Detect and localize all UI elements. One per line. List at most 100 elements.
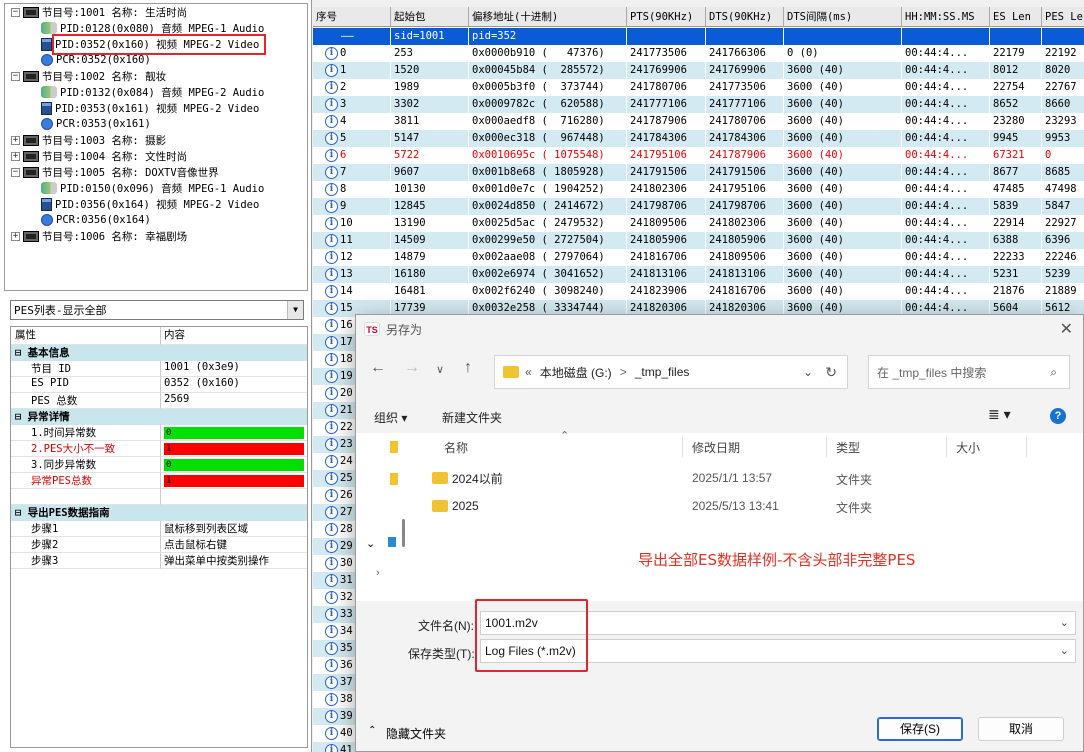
breadcrumb-folder[interactable]: _tmp_files <box>635 365 690 379</box>
column-header[interactable]: HH:MM:SS.MS <box>902 7 990 26</box>
help-icon[interactable]: ? <box>1050 408 1066 424</box>
close-icon[interactable]: ✕ <box>1060 319 1073 339</box>
column-header[interactable]: PTS(90KHz) <box>627 7 706 26</box>
column-header[interactable]: 序号 <box>313 7 391 26</box>
up-arrow-icon[interactable]: ↑ <box>464 359 472 377</box>
tree-program-node[interactable]: + 节目号:1004 名称: 文性时尚 <box>11 148 187 164</box>
table-row[interactable]: i 10 13190 0x0025d5ac ( 2479532) 241809506 24… <box>313 215 1084 232</box>
organize-menu[interactable]: 组织 ▾ <box>374 409 407 426</box>
pes-list-filter-select[interactable]: PES列表-显示全部 ▼ <box>10 300 304 320</box>
program-tree[interactable]: − 节目号:1001 名称: 生活时尚 PID:0128(0x080) 音频 MPE… <box>4 3 308 291</box>
column-header[interactable]: DTS(90KHz) <box>706 7 784 26</box>
tree-program-node[interactable]: − 节目号:1005 名称: DOXTV音像世界 <box>11 164 219 180</box>
expand-icon[interactable]: + <box>11 135 20 145</box>
tree-program-node[interactable]: − 节目号:1001 名称: 生活时尚 <box>11 4 187 20</box>
chevron-down-icon[interactable]: ▼ <box>287 301 303 319</box>
tree-stream-node[interactable]: PID:0356(0x164) 视频 MPEG-2 Video <box>41 196 259 212</box>
table-row[interactable]: i 2 1989 0x0005b3f0 ( 373744) 241780706 24177… <box>313 79 1084 96</box>
collapse-icon[interactable]: ⊟ <box>15 507 28 519</box>
table-row[interactable]: i 5 5147 0x000ec318 ( 967448) 241784306 24178… <box>313 130 1084 147</box>
column-divider[interactable] <box>682 437 683 457</box>
column-header[interactable]: PES Le <box>1042 7 1084 26</box>
column-divider[interactable] <box>946 437 947 457</box>
search-input[interactable]: 在 _tmp_files 中搜索 ⌕ <box>868 355 1070 389</box>
table-row[interactable]: i 0 253 0x0000b910 ( 47376) 241773506 2417663… <box>313 45 1084 62</box>
tree-stream-node[interactable]: PID:0132(0x084) 音频 MPEG-2 Audio <box>41 84 264 100</box>
address-dropdown-icon[interactable]: ⌄ <box>803 365 813 379</box>
tree-program-node[interactable]: − 节目号:1002 名称: 靓妆 <box>11 68 166 84</box>
recent-locations-chevron-icon[interactable]: ∨ <box>436 363 444 376</box>
column-divider[interactable] <box>1026 437 1027 457</box>
chevron-down-icon[interactable]: ⌄ <box>1060 616 1069 629</box>
breadcrumb-drive[interactable]: 本地磁盘 (G:) <box>540 364 612 381</box>
column-divider[interactable] <box>826 437 827 457</box>
refresh-icon[interactable]: ↻ <box>825 364 837 381</box>
column-size[interactable]: 大小 <box>956 439 980 456</box>
header-attribute[interactable]: 属性 <box>11 327 161 345</box>
table-cell: 241813106 <box>706 266 784 283</box>
tree-program-node[interactable]: + 节目号:1003 名称: 摄影 <box>11 132 166 148</box>
tree-stream-node[interactable]: PCR:0353(0x161) <box>41 116 151 132</box>
expand-chevron-icon[interactable]: ⌄ <box>366 537 375 550</box>
column-header[interactable]: 起始包 <box>391 7 469 26</box>
tree-stream-node[interactable]: PID:0353(0x161) 视频 MPEG-2 Video <box>41 100 259 116</box>
tree-stream-node[interactable]: PID:0128(0x080) 音频 MPEG-1 Audio <box>41 20 264 36</box>
green-status-bar: 0 <box>164 459 304 471</box>
collapse-icon[interactable]: − <box>11 71 20 81</box>
collapse-chevron-icon[interactable]: › <box>376 567 380 579</box>
forward-arrow-icon[interactable]: → <box>404 359 420 377</box>
chevron-up-icon[interactable]: ⌃ <box>368 725 376 736</box>
tree-stream-node[interactable]: PCR:0356(0x164) <box>41 212 151 228</box>
table-row[interactable]: i 6 5722 0x0010695c ( 1075548) 241795106 2417… <box>313 147 1084 164</box>
table-cell: 241791506 <box>706 164 784 181</box>
collapse-icon[interactable]: ⊟ <box>15 411 28 423</box>
header-value[interactable]: 内容 <box>161 327 307 345</box>
column-date[interactable]: 修改日期 <box>692 439 740 456</box>
column-name[interactable]: 名称 <box>444 439 468 456</box>
column-type[interactable]: 类型 <box>836 439 860 456</box>
new-folder-button[interactable]: 新建文件夹 <box>442 409 502 426</box>
table-row[interactable]: i 3 3302 0x0009782c ( 620588) 241777106 24177… <box>313 96 1084 113</box>
table-row[interactable]: i 1 1520 0x00045b84 ( 285572) 241769906 24176… <box>313 62 1084 79</box>
tree-stream-node[interactable]: PCR:0352(0x160) <box>41 52 151 68</box>
cancel-button[interactable]: 取消 <box>978 717 1064 741</box>
tree-stream-node[interactable]: PID:0150(0x096) 音频 MPEG-1 Audio <box>41 180 264 196</box>
address-bar[interactable]: « 本地磁盘 (G:) > _tmp_files ⌄ ↻ <box>494 355 848 389</box>
table-row[interactable]: i 8 10130 0x001d0e7c ( 1904252) 241802306 241… <box>313 181 1084 198</box>
navigation-pane[interactable]: ⌄ › <box>356 433 414 601</box>
table-row[interactable]: i 11 14509 0x00299e50 ( 2727504) 241805906 24… <box>313 232 1084 249</box>
hide-folders-toggle[interactable]: 隐藏文件夹 <box>386 725 446 742</box>
file-row[interactable]: 2025 <box>432 495 479 517</box>
save-button[interactable]: 保存(S) <box>877 717 963 741</box>
tree-program-node[interactable]: + 节目号:1006 名称: 幸福剧场 <box>11 228 187 244</box>
table-cell: i3 <box>313 96 391 113</box>
file-list[interactable]: 名称 ⌃ 修改日期 类型 大小 2024以前 2025/1/1 13:57 文件… <box>414 430 1083 601</box>
table-row[interactable]: i 12 14879 0x002aae08 ( 2797064) 241816706 24… <box>313 249 1084 266</box>
info-icon: i <box>325 336 338 349</box>
collapse-icon[interactable]: ⊟ <box>15 347 28 359</box>
table-cell: 5847 <box>1042 198 1084 215</box>
expand-icon[interactable]: + <box>11 151 20 161</box>
file-row[interactable]: 2024以前 <box>432 467 503 489</box>
collapse-icon[interactable]: − <box>11 7 20 17</box>
expand-icon[interactable]: + <box>11 231 20 241</box>
back-arrow-icon[interactable]: ← <box>370 359 386 377</box>
column-header[interactable]: 偏移地址(十进制) <box>469 7 627 26</box>
column-header[interactable]: DTS间隔(ms) <box>784 7 902 26</box>
table-row[interactable]: i 4 3811 0x000aedf8 ( 716280) 241787906 24178… <box>313 113 1084 130</box>
collapse-icon[interactable]: − <box>11 167 20 177</box>
table-row[interactable]: i 7 9607 0x001b8e68 ( 1805928) 241791506 2417… <box>313 164 1084 181</box>
nav-scrollbar[interactable] <box>402 519 405 547</box>
audio-icon <box>41 182 57 194</box>
tree-stream-node[interactable]: PID:0352(0x160) 视频 MPEG-2 Video <box>41 33 267 55</box>
view-options-icon[interactable]: ≣ ▾ <box>988 406 1011 423</box>
breadcrumb-overflow[interactable]: « <box>525 365 532 379</box>
property-value <box>161 489 307 505</box>
chevron-down-icon[interactable]: ⌄ <box>1060 644 1069 657</box>
file-name: 2024以前 <box>452 471 503 486</box>
table-row[interactable]: i 13 16180 0x002e6974 ( 3041652) 241813106 24… <box>313 266 1084 283</box>
column-header[interactable]: ES Len <box>990 7 1042 26</box>
table-row[interactable]: i 14 16481 0x002f6240 ( 3098240) 241823906 24… <box>313 283 1084 300</box>
table-row[interactable]: i 9 12845 0x0024d850 ( 2414672) 241798706 241… <box>313 198 1084 215</box>
table-row[interactable]: —— sid=1001 pid=352 <box>313 28 1084 45</box>
